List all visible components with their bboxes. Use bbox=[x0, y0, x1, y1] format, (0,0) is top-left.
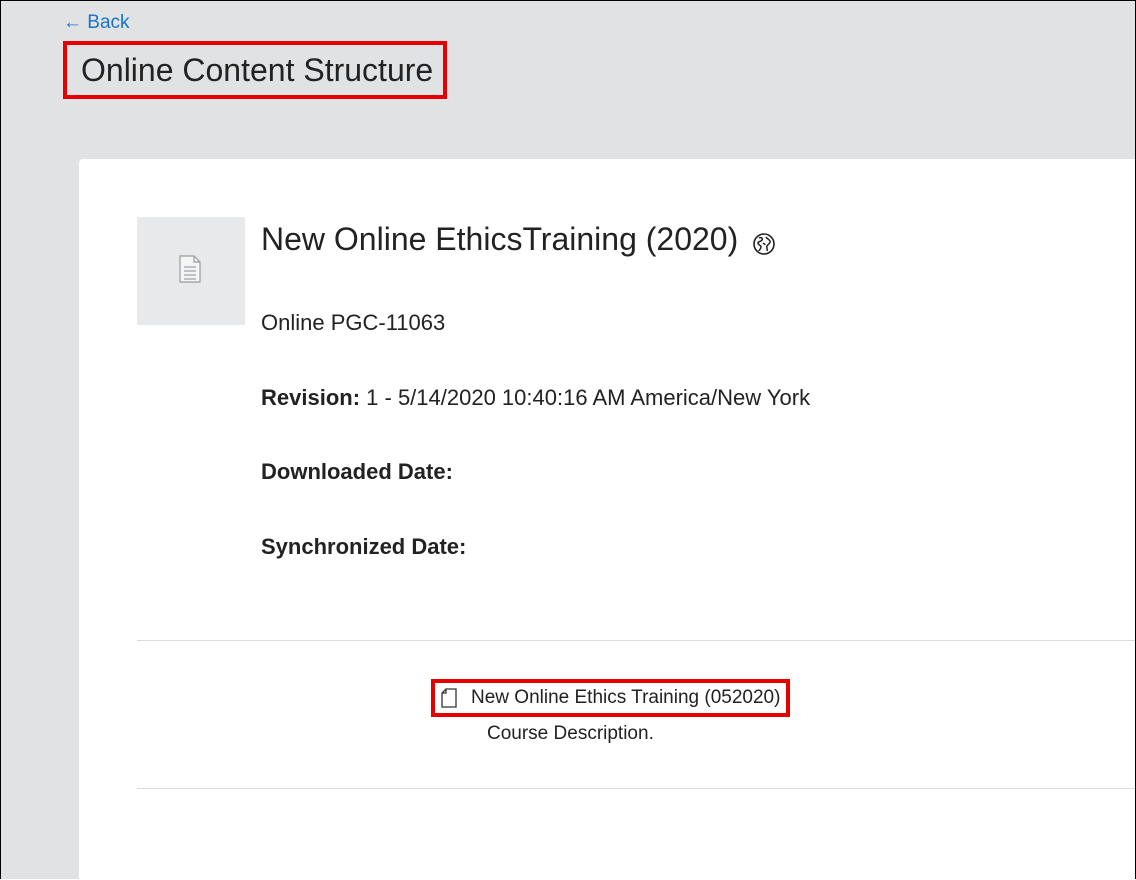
globe-icon bbox=[752, 232, 776, 256]
content-item-title[interactable]: New Online Ethics Training (052020) bbox=[471, 687, 780, 709]
synchronized-date-field: Synchronized Date: bbox=[261, 534, 466, 560]
content-item-description: Course Description. bbox=[487, 723, 654, 744]
file-icon bbox=[441, 688, 457, 708]
downloaded-date-field: Downloaded Date: bbox=[261, 459, 453, 485]
course-title-row: New Online EthicsTraining (2020) bbox=[261, 221, 776, 258]
back-link[interactable]: ← Back bbox=[63, 12, 130, 34]
revision-value: 1 - 5/14/2020 10:40:16 AM America/New Yo… bbox=[366, 385, 811, 410]
content-card: New Online EthicsTraining (2020) Online … bbox=[79, 159, 1135, 879]
section-divider-top bbox=[137, 640, 1135, 641]
document-icon bbox=[179, 255, 201, 283]
content-item-highlight[interactable]: New Online Ethics Training (052020) bbox=[431, 679, 791, 717]
page-title-highlight: Online Content Structure bbox=[63, 41, 448, 99]
course-title: New Online EthicsTraining (2020) bbox=[261, 221, 739, 257]
synchronized-date-label: Synchronized Date: bbox=[261, 534, 467, 559]
revision-label: Revision: bbox=[261, 385, 361, 410]
revision-field: Revision: 1 - 5/14/2020 10:40:16 AM Amer… bbox=[261, 385, 810, 411]
downloaded-date-label: Downloaded Date: bbox=[261, 459, 453, 484]
course-thumbnail bbox=[137, 217, 245, 325]
app-frame: ← Back Online Content Structure New Onli… bbox=[0, 0, 1136, 879]
page-title: Online Content Structure bbox=[81, 51, 434, 88]
section-divider-bottom bbox=[137, 788, 1135, 789]
course-code: Online PGC-11063 bbox=[261, 310, 446, 335]
